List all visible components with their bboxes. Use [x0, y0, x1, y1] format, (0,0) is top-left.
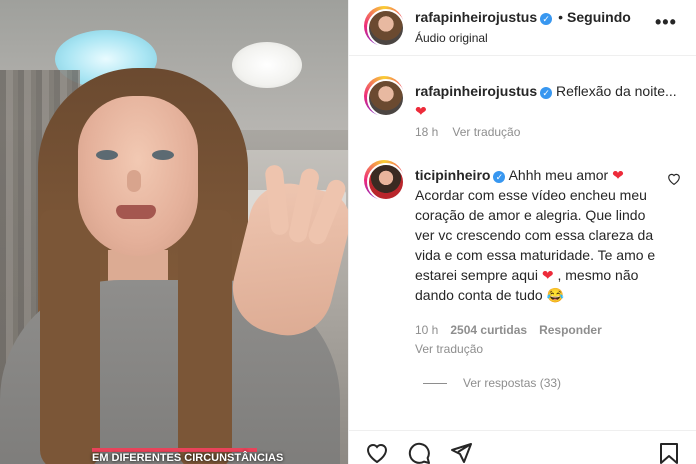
send-icon[interactable]	[449, 441, 475, 464]
avatar[interactable]	[364, 6, 405, 47]
heart-emoji: ❤	[415, 103, 427, 119]
person-eye	[152, 150, 174, 160]
person-mouth	[116, 205, 156, 219]
comment-text-start: Ahhh meu amor	[508, 167, 609, 183]
verified-badge-icon: ✓	[540, 13, 553, 25]
header-username[interactable]: rafapinheirojustus	[415, 9, 537, 25]
comment-translate-link[interactable]: Ver tradução	[415, 342, 483, 356]
bookmark-icon[interactable]	[657, 441, 683, 464]
laughing-emoji: 😂	[546, 287, 564, 303]
verified-badge-icon: ✓	[540, 87, 553, 99]
post-actions	[349, 430, 696, 464]
verified-badge-icon: ✓	[493, 171, 506, 183]
comment-username[interactable]: ticipinheiro	[415, 167, 490, 183]
header-user-line: rafapinheirojustus ✓ • Seguindo	[415, 9, 631, 27]
more-options-icon[interactable]: •••	[655, 12, 677, 33]
post-caption: rafapinheirojustus ✓ Reflexão da noite...…	[415, 81, 685, 121]
comment-icon[interactable]	[407, 441, 433, 464]
heart-icon[interactable]	[365, 441, 391, 464]
caption-time: 18 h	[415, 125, 439, 139]
comment-time: 10 h	[415, 323, 439, 337]
post-panel: rafapinheirojustus ✓ • Seguindo Áudio origi…	[348, 0, 696, 464]
avatar[interactable]	[364, 160, 405, 201]
heart-emoji: ❤	[612, 167, 624, 183]
separator-dot: •	[558, 9, 564, 25]
caption-meta: 18 h Ver tradução	[415, 125, 534, 139]
caption-text: Reflexão da noite...	[556, 83, 677, 99]
reel-video[interactable]: EM DIFERENTES CIRCUNSTÂNCIAS	[0, 0, 348, 464]
person-hair-right	[178, 210, 232, 464]
comment-meta: 10 h 2504 curtidas Responder	[415, 323, 614, 337]
comment: ticipinheiro ✓ Ahhh meu amor ❤ Acordar co…	[415, 165, 667, 305]
caption-username[interactable]: rafapinheirojustus	[415, 83, 537, 99]
translate-link[interactable]: Ver tradução	[452, 125, 520, 139]
ceiling-lamp	[232, 42, 302, 88]
post-header: rafapinheirojustus ✓ • Seguindo Áudio origi…	[349, 0, 696, 56]
person-eye	[96, 150, 118, 160]
replies-divider	[423, 383, 447, 385]
video-caption: EM DIFERENTES CIRCUNSTÂNCIAS	[92, 452, 284, 464]
heart-emoji: ❤	[541, 267, 554, 283]
audio-link[interactable]: Áudio original	[415, 31, 488, 45]
avatar[interactable]	[364, 76, 405, 117]
person-nose	[127, 170, 141, 192]
view-replies-button[interactable]: Ver respostas (33)	[423, 376, 561, 390]
comment-likes[interactable]: 2504 curtidas	[450, 323, 527, 337]
view-replies-label: Ver respostas (33)	[463, 376, 562, 390]
comment-like-heart-icon[interactable]	[667, 172, 681, 188]
reply-button[interactable]: Responder	[539, 323, 602, 337]
person-hair-left	[40, 210, 100, 464]
following-button[interactable]: Seguindo	[567, 9, 631, 25]
